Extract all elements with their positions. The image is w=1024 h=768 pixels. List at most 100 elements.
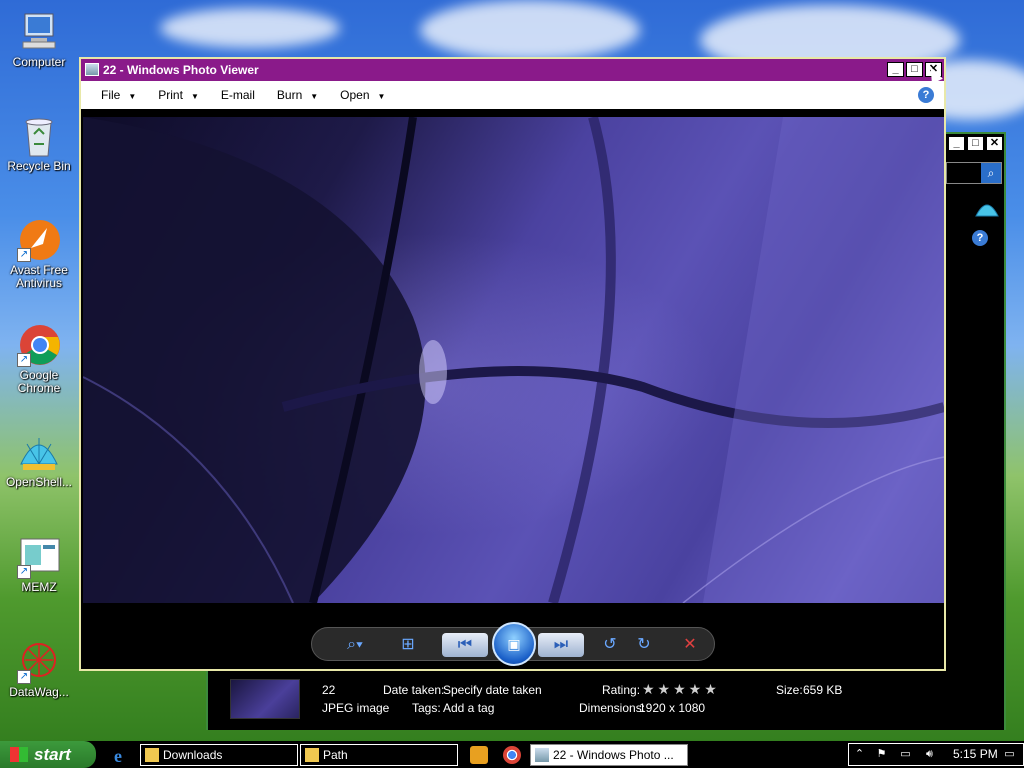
viewer-toolbar: ⌕▾ ⊞ ⏮ ▣ ⏭ ↺ ↻ ✕ [311, 622, 715, 666]
date-taken-value[interactable]: Specify date taken [443, 683, 542, 697]
photo-viewer-window[interactable]: 22 - Windows Photo Viewer _ □ ✕ File ▼ Pr… [79, 57, 946, 671]
chevron-down-icon: ▼ [377, 92, 386, 101]
rating-label: Rating: [602, 683, 641, 697]
cloud-decoration [420, 0, 640, 60]
background-window-controls: _ □ ✕ [948, 136, 1003, 151]
rotate-right-icon[interactable]: ↻ [632, 633, 656, 657]
network-icon[interactable]: ▭ [899, 748, 912, 761]
menu-print-label: Print [158, 88, 183, 102]
size-label: Size: [776, 683, 803, 697]
dimensions-value: 1920 x 1080 [639, 701, 706, 715]
slideshow-icon[interactable]: ▣ [492, 622, 536, 666]
size-value: 659 KB [803, 683, 843, 697]
chevron-down-icon: ▼ [190, 92, 199, 101]
svg-text:e: e [114, 746, 122, 764]
desktop-icon-label: Google Chrome [17, 368, 61, 395]
computer-icon [17, 10, 61, 54]
chevron-down-icon: ▼ [310, 92, 319, 101]
chrome-icon[interactable] [503, 746, 521, 764]
desktop-icon-avast[interactable]: ↗ Avast Free Antivirus [0, 218, 78, 290]
close-button[interactable]: ✕ [986, 136, 1003, 151]
desktop-icon-computer[interactable]: Computer [0, 10, 78, 69]
menu-file-label: File [101, 88, 121, 102]
maximize-button[interactable]: □ [967, 136, 984, 151]
task-path[interactable]: Path [300, 744, 458, 766]
desktop-icon-datawag[interactable]: ↗ DataWag... [0, 640, 78, 699]
desktop-icon-label: Computer [12, 55, 66, 69]
search-icon[interactable]: ⌕ [981, 163, 1001, 183]
openshell-icon[interactable] [974, 196, 1000, 220]
start-label: start [34, 745, 71, 764]
help-icon[interactable]: ? [972, 230, 988, 246]
security-flag-icon[interactable]: ⚑ [875, 748, 888, 761]
desktop-icon-label: OpenShell... [5, 475, 73, 489]
show-hidden-icons-icon[interactable]: ⌃ [853, 748, 866, 761]
photo-viewer-app-icon [85, 63, 99, 76]
task-label: Path [323, 748, 348, 762]
chevron-down-icon: ▼ [128, 92, 137, 101]
openshell-icon [17, 430, 61, 474]
media-player-icon[interactable] [470, 746, 488, 764]
shortcut-arrow-icon: ↗ [17, 670, 31, 684]
taskbar: start e Downloads Path 22 - Windows Phot… [0, 741, 1024, 768]
menu-email[interactable]: E-mail [221, 88, 255, 102]
menu-bar: File ▼ Print ▼ E-mail Burn ▼ Open ▼ ? [81, 81, 944, 109]
rotate-left-icon[interactable]: ↺ [598, 633, 622, 657]
desktop-icon-label: DataWag... [9, 685, 69, 699]
shortcut-arrow-icon: ↗ [17, 565, 31, 579]
image-thumbnail [230, 679, 300, 719]
show-desktop-icon[interactable]: ▭ [1003, 748, 1016, 761]
desktop-icon-label: Avast Free Antivirus [10, 263, 68, 290]
internet-explorer-icon[interactable]: e [112, 746, 130, 766]
file-type: JPEG image [322, 701, 390, 715]
memz-icon: ↗ [17, 535, 61, 579]
tags-value[interactable]: Add a tag [443, 701, 494, 715]
volume-icon[interactable]: 🔊︎ [923, 748, 936, 761]
desktop-icon-label: MEMZ [21, 580, 57, 594]
menu-open[interactable]: Open ▼ [340, 88, 385, 102]
system-tray: ⌃ ⚑ ▭ 🔊︎ 5:15 PM ▭ [848, 743, 1024, 766]
menu-burn[interactable]: Burn ▼ [277, 88, 318, 102]
desktop-icon-memz[interactable]: ↗ MEMZ [0, 535, 78, 594]
minimize-button[interactable]: _ [887, 62, 904, 77]
datawag-icon: ↗ [17, 640, 61, 684]
next-icon[interactable]: ⏭ [538, 633, 584, 657]
task-photo-viewer[interactable]: 22 - Windows Photo ... [530, 744, 688, 766]
folder-icon [145, 748, 159, 762]
shortcut-arrow-icon: ↗ [17, 248, 31, 262]
chrome-icon: ↗ [17, 323, 61, 367]
desktop-icon-recycle-bin[interactable]: Recycle Bin [0, 114, 78, 173]
tags-label: Tags: [412, 701, 441, 715]
desktop-icon-label: Recycle Bin [7, 159, 71, 173]
search-input[interactable]: ⌕ [946, 162, 1002, 184]
task-label: 22 - Windows Photo ... [553, 748, 674, 762]
maximize-button[interactable]: □ [906, 62, 923, 77]
magnifier-icon[interactable]: ⌕▾ [338, 633, 372, 657]
menu-print[interactable]: Print ▼ [158, 88, 199, 102]
previous-icon[interactable]: ⏮ [442, 633, 488, 657]
desktop-icon-openshell[interactable]: OpenShell... [0, 430, 78, 489]
task-downloads[interactable]: Downloads [140, 744, 298, 766]
delete-icon[interactable]: ✕ [678, 633, 702, 657]
date-taken-label: Date taken: [383, 683, 445, 697]
menu-email-label: E-mail [220, 88, 255, 102]
help-icon[interactable]: ? [918, 87, 934, 103]
title-bar[interactable]: 22 - Windows Photo Viewer _ □ ✕ [81, 59, 944, 81]
details-pane: 22 JPEG image Date taken: Specify date t… [208, 672, 1004, 730]
clock[interactable]: 5:15 PM [953, 744, 998, 765]
minimize-button[interactable]: _ [948, 136, 965, 151]
folder-icon [305, 748, 319, 762]
file-name: 22 [322, 683, 336, 697]
start-button[interactable]: start [0, 741, 96, 768]
window-title: 22 - Windows Photo Viewer [103, 63, 259, 77]
avast-icon: ↗ [17, 218, 61, 262]
menu-file[interactable]: File ▼ [101, 88, 136, 102]
menu-open-label: Open [340, 88, 370, 102]
desktop-icon-google-chrome[interactable]: ↗ Google Chrome [0, 323, 78, 395]
task-label: Downloads [163, 748, 223, 762]
shortcut-arrow-icon: ↗ [17, 353, 31, 367]
displayed-image [83, 117, 944, 603]
cloud-decoration [160, 8, 340, 48]
actual-size-icon[interactable]: ⊞ [396, 633, 420, 657]
rating-stars[interactable]: ★★★★★ [642, 681, 720, 698]
